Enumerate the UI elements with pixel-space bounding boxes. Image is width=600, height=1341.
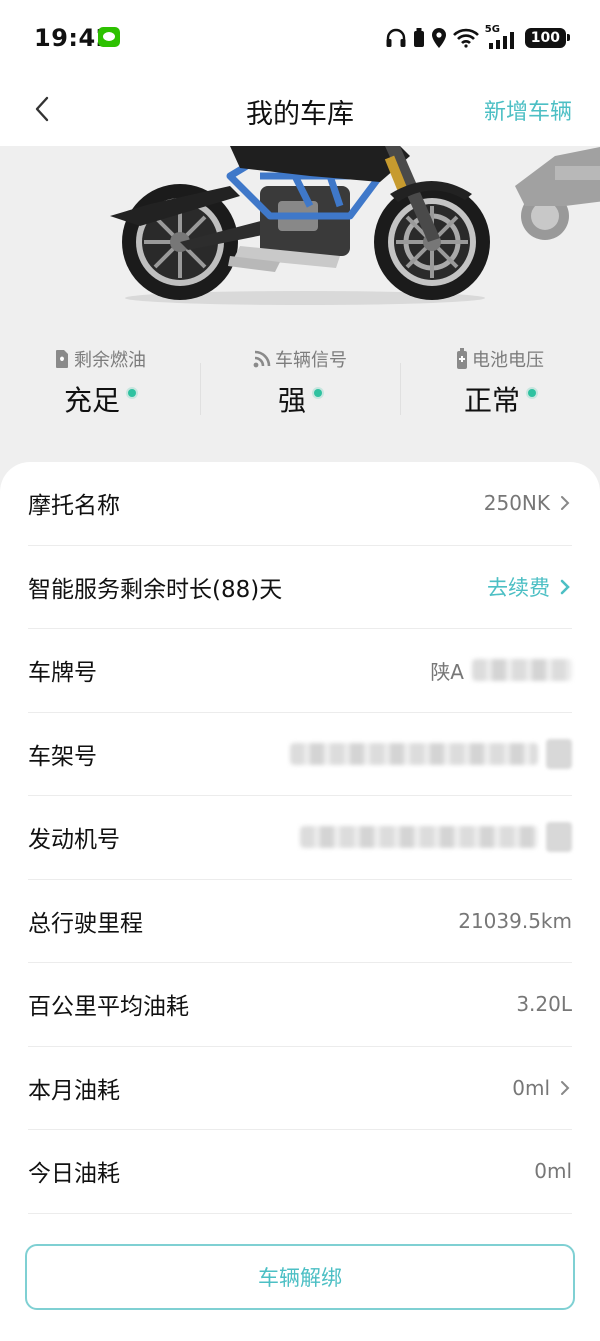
row-plate: 车牌号 陕A <box>28 629 572 713</box>
moto-name-value: 250NK <box>483 491 550 516</box>
row-label: 车架号 <box>28 743 97 770</box>
stat-value-fuel: 充足 <box>63 384 120 417</box>
row-label: 总行驶里程 <box>28 910 143 937</box>
vehicle-status-panel: 剩余燃油 充足 车辆信号 强 电池电压 正常 <box>0 345 600 425</box>
fuel-icon <box>56 350 68 368</box>
status-dot <box>314 389 322 397</box>
stat-battery: 电池电压 正常 <box>400 345 600 425</box>
row-label: 本月油耗 <box>28 1077 120 1104</box>
row-mileage: 总行驶里程 21039.5km <box>28 880 572 963</box>
copy-icon[interactable] <box>546 822 572 853</box>
redacted-text <box>472 659 572 682</box>
row-avg-fuel: 百公里平均油耗 3.20L <box>28 963 572 1047</box>
nav-bar: 我的车库 新增车辆 <box>0 76 600 146</box>
row-service[interactable]: 智能服务剩余时长(88)天 去续费 <box>28 546 572 629</box>
battery-icon <box>457 348 467 369</box>
row-engine: 发动机号 <box>28 796 572 880</box>
unbind-vehicle-button[interactable]: 车辆解绑 <box>25 1244 575 1310</box>
stat-value-signal: 强 <box>277 384 306 417</box>
chevron-right-icon <box>561 1080 570 1095</box>
avg-fuel-value: 3.20L <box>516 992 572 1017</box>
stat-value-battery: 正常 <box>463 384 520 417</box>
row-month-fuel[interactable]: 本月油耗 0ml <box>28 1047 572 1130</box>
row-label: 发动机号 <box>28 827 120 854</box>
row-label: 百公里平均油耗 <box>28 994 189 1021</box>
stat-label-fuel: 剩余燃油 <box>74 350 146 371</box>
status-dot <box>128 389 136 397</box>
location-icon <box>431 28 446 48</box>
row-label: 车牌号 <box>28 660 97 687</box>
month-fuel-value: 0ml <box>512 1075 550 1100</box>
wifi-icon <box>452 28 479 48</box>
stat-fuel: 剩余燃油 充足 <box>0 345 200 425</box>
renew-link[interactable]: 去续费 <box>487 572 550 602</box>
chevron-right-icon <box>561 496 570 511</box>
wechat-icon <box>98 27 120 47</box>
stat-label-battery: 电池电压 <box>472 350 544 371</box>
redacted-text <box>300 826 538 849</box>
stat-signal: 车辆信号 强 <box>200 345 400 425</box>
row-label: 智能服务剩余时长(88)天 <box>28 576 283 603</box>
status-dot <box>528 389 536 397</box>
signal-wave-icon <box>253 350 271 368</box>
today-fuel-value: 0ml <box>534 1159 572 1184</box>
row-today-fuel: 今日油耗 0ml <box>28 1130 572 1214</box>
redacted-text <box>290 742 538 765</box>
next-vehicle-image <box>515 147 600 240</box>
vehicle-carousel[interactable] <box>0 146 600 336</box>
row-label: 今日油耗 <box>28 1161 120 1188</box>
row-moto-name[interactable]: 摩托名称 250NK <box>28 462 572 546</box>
stat-label-signal: 车辆信号 <box>275 350 347 371</box>
row-label: 摩托名称 <box>28 493 120 520</box>
mileage-value: 21039.5km <box>458 908 572 933</box>
motorcycle-image <box>110 146 490 305</box>
chevron-right-icon <box>560 579 570 595</box>
sim-icon <box>413 28 424 47</box>
status-icons: 5G 100 <box>385 24 571 50</box>
copy-icon[interactable] <box>546 738 572 769</box>
vehicle-detail-card: 摩托名称 250NK 智能服务剩余时长(88)天 去续费 车牌号 陕A 车架号 <box>0 462 600 1341</box>
status-bar: 19:42 5G 100 <box>0 0 600 76</box>
add-vehicle-button[interactable]: 新增车辆 <box>484 94 572 126</box>
headphones-icon <box>386 28 406 47</box>
plate-value: 陕A <box>430 659 464 684</box>
battery-icon: 100 <box>524 28 571 48</box>
signal-icon: 5G <box>485 24 519 49</box>
row-frame: 车架号 <box>28 713 572 796</box>
